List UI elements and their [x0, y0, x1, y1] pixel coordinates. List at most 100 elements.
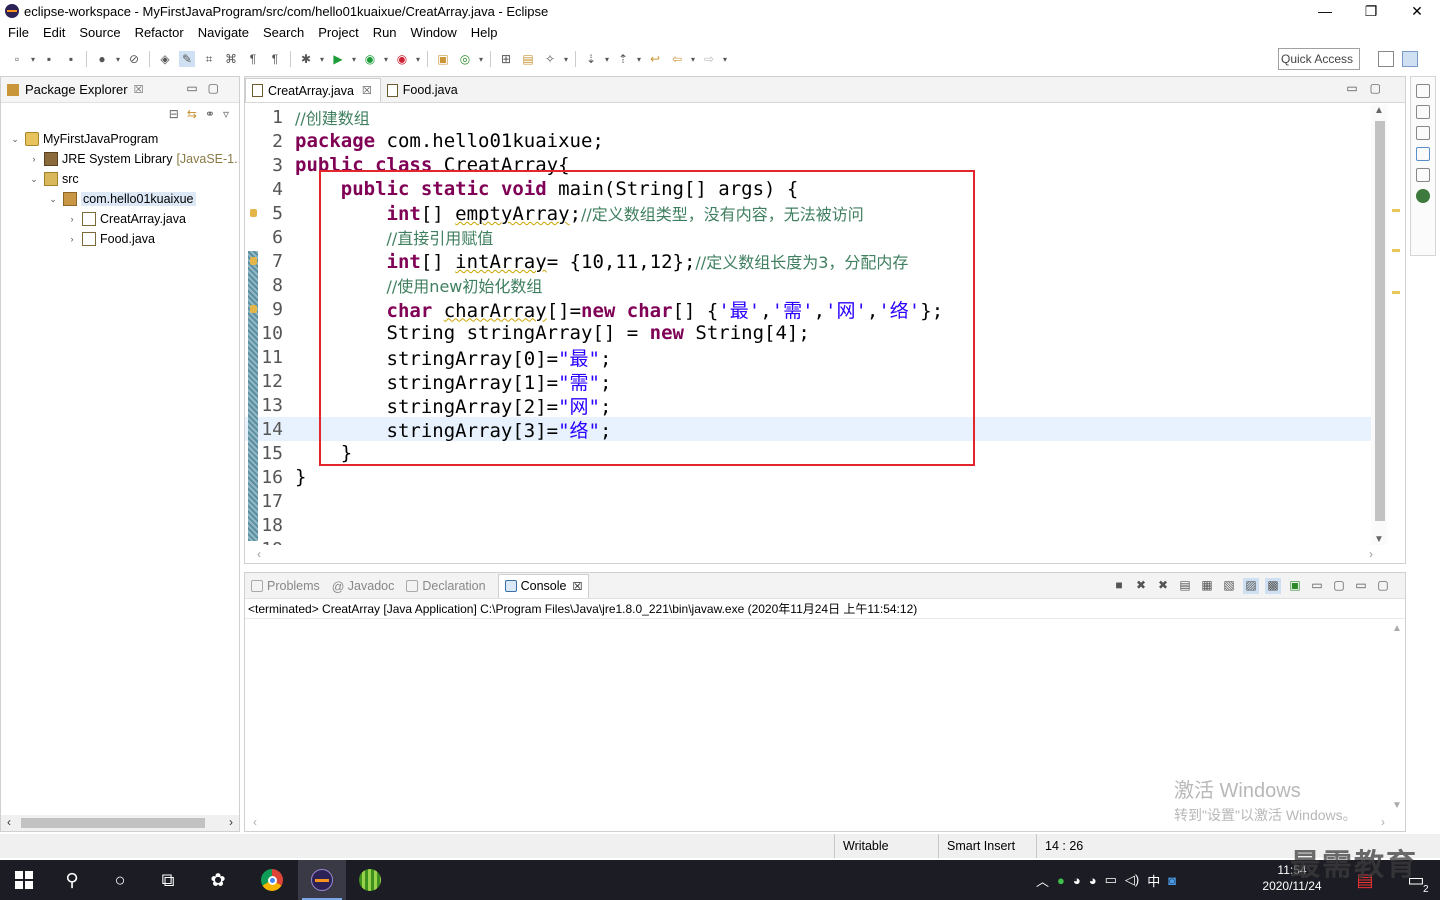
qq-browser-icon[interactable]: ◙	[1168, 873, 1176, 888]
forward-dropdown-icon[interactable]: ▾	[721, 51, 729, 67]
code-line[interactable]: 17	[245, 489, 1373, 513]
view-menu-icon[interactable]: ▿	[223, 107, 229, 121]
run-dropdown-icon[interactable]: ▾	[350, 51, 358, 67]
coverage-dropdown-icon[interactable]: ▾	[382, 51, 390, 67]
tree-item[interactable]: › CreatArray.java	[1, 209, 239, 229]
paragraph-icon[interactable]: ¶	[267, 51, 283, 67]
menu-edit[interactable]: Edit	[43, 25, 65, 40]
console-vscrollbar[interactable]: ▲ ▼	[1389, 621, 1405, 813]
code-line[interactable]: 3 public class CreatArray{	[245, 153, 1373, 177]
remove-launch-icon[interactable]: ✖	[1133, 578, 1149, 594]
volume-icon[interactable]: ◁)	[1125, 872, 1139, 888]
warning-icon[interactable]	[250, 257, 257, 265]
display-console-icon[interactable]: ▣	[1287, 578, 1303, 594]
editor-minimize-maximize-icon[interactable]: ▭▢	[1346, 81, 1393, 95]
close-view-icon[interactable]: ☒	[134, 83, 144, 96]
show-stderr-icon[interactable]: ▨	[1243, 578, 1259, 594]
new-class-icon[interactable]: ◎	[457, 51, 473, 67]
word-wrap-icon[interactable]: ⌘	[223, 51, 239, 67]
close-tab-icon[interactable]: ☒	[362, 84, 372, 97]
tab-problems[interactable]: Problems	[251, 579, 320, 593]
open-type-icon[interactable]: ◈	[157, 51, 173, 67]
next-annotation-dropdown-icon[interactable]: ▾	[603, 51, 611, 67]
code-line[interactable]: 12 stringArray[1]="需";	[245, 369, 1373, 394]
scroll-up-icon[interactable]: ▲	[1392, 623, 1402, 634]
menu-refactor[interactable]: Refactor	[135, 25, 184, 40]
editor-hscrollbar[interactable]: ‹ ›	[245, 547, 1373, 563]
scroll-thumb[interactable]	[21, 818, 205, 828]
scroll-right-icon[interactable]: ›	[229, 815, 233, 829]
new-class-dropdown-icon[interactable]: ▾	[477, 51, 485, 67]
show-hidden-icons[interactable]: ︿	[1036, 871, 1049, 890]
package-explorer-hscrollbar[interactable]: ‹ ›	[1, 815, 239, 831]
network-icon[interactable]: ▭	[1105, 872, 1117, 888]
code-line[interactable]: 5 int[] emptyArray;//定义数组类型，没有内容，无法被访问	[245, 201, 1373, 226]
code-line[interactable]: 8 //使用new初始化数组	[245, 273, 1373, 297]
scroll-right-icon[interactable]: ›	[1369, 547, 1373, 561]
scroll-left-icon[interactable]: ‹	[257, 547, 261, 561]
pin-console-icon[interactable]: ▩	[1265, 578, 1281, 594]
code-line[interactable]: 7 int[] intArray= {10,11,12};//定义数组长度为3，…	[245, 249, 1373, 274]
debug-icon[interactable]: ✱	[298, 51, 314, 67]
skip-breakpoints-icon[interactable]: ⊘	[126, 51, 142, 67]
task-view-icon[interactable]: ⧉	[144, 860, 192, 900]
last-edit-icon[interactable]: ↩	[647, 51, 663, 67]
warning-icon[interactable]	[250, 305, 257, 313]
external-tools-dropdown-icon[interactable]: ▾	[414, 51, 422, 67]
tree-item[interactable]: ⌄ com.hello01kuaixue	[1, 189, 239, 209]
previous-annotation-icon[interactable]: ⇡	[615, 51, 631, 67]
search-dropdown-icon[interactable]: ▾	[562, 51, 570, 67]
code-line[interactable]: 11 stringArray[0]="最";	[245, 345, 1373, 370]
code-line[interactable]: 9 char charArray[]=new char[] {'最','需','…	[245, 297, 1373, 322]
start-button[interactable]	[0, 860, 48, 900]
collapsed-twisty-icon[interactable]: ›	[28, 154, 40, 164]
code-line[interactable]: 13 stringArray[2]="网";	[245, 393, 1373, 418]
melon-app-icon[interactable]	[346, 860, 394, 900]
tab-declaration[interactable]: Declaration	[406, 579, 486, 593]
code-area[interactable]: 1//创建数组 2 package com.hello01kuaixue; 3 publ…	[245, 105, 1373, 545]
show-whitespace-icon[interactable]: ¶	[245, 51, 261, 67]
expanded-twisty-icon[interactable]: ⌄	[28, 174, 40, 185]
overview-marker[interactable]	[1392, 209, 1400, 212]
code-line[interactable]: 15 }	[245, 441, 1373, 465]
menu-help[interactable]: Help	[471, 25, 498, 40]
collapsed-twisty-icon[interactable]: ›	[66, 234, 78, 244]
scroll-up-icon[interactable]: ▲	[1374, 105, 1384, 116]
tree-item[interactable]: ⌄ src	[1, 169, 239, 189]
search-taskbar-icon[interactable]: ⚲	[48, 860, 96, 900]
tab-creatarray[interactable]: CreatArray.java ☒	[245, 78, 381, 102]
expanded-twisty-icon[interactable]: ⌄	[9, 134, 21, 145]
tree-item[interactable]: › Food.java	[1, 229, 239, 249]
open-console-icon[interactable]: ▭	[1309, 578, 1325, 594]
close-window-button[interactable]: ✕	[1394, 0, 1440, 22]
save-all-icon[interactable]: ▪	[63, 51, 79, 67]
collapsed-twisty-icon[interactable]: ›	[66, 214, 78, 224]
link-with-editor-icon[interactable]: ⇆	[187, 107, 197, 121]
code-line[interactable]: 10 String stringArray[] = new String[4];	[245, 321, 1373, 345]
tab-food[interactable]: Food.java	[381, 78, 466, 102]
profile-icon[interactable]: ●	[94, 51, 110, 67]
open-folder-icon[interactable]: ▤	[520, 51, 536, 67]
ime-indicator[interactable]: 中	[1147, 871, 1160, 890]
profile-dropdown-icon[interactable]: ▾	[114, 51, 122, 67]
minimize-icon[interactable]: ▭	[1353, 578, 1369, 594]
warning-icon[interactable]	[250, 209, 257, 217]
menu-project[interactable]: Project	[318, 25, 358, 40]
minimize-button[interactable]: —	[1302, 0, 1348, 22]
open-task-icon[interactable]: ⊞	[498, 51, 514, 67]
focus-icon[interactable]: ⚭	[205, 107, 215, 121]
quick-access-field[interactable]: Quick Access	[1278, 48, 1360, 70]
terminate-icon[interactable]: ■	[1111, 578, 1127, 594]
debug-dropdown-icon[interactable]: ▾	[318, 51, 326, 67]
close-tab-icon[interactable]: ☒	[572, 580, 582, 593]
new-package-icon[interactable]: ▣	[435, 51, 451, 67]
code-line[interactable]: 4 public static void main(String[] args)…	[245, 177, 1373, 201]
tab-javadoc[interactable]: @ Javadoc	[332, 579, 395, 594]
scroll-right-icon[interactable]: ›	[1381, 815, 1385, 829]
chrome-icon[interactable]	[248, 860, 296, 900]
new-dropdown-icon[interactable]: ▾	[29, 51, 37, 67]
menu-window[interactable]: Window	[411, 25, 457, 40]
eclipse-taskbar-icon[interactable]	[298, 860, 346, 900]
remove-all-icon[interactable]: ✖	[1155, 578, 1171, 594]
next-annotation-icon[interactable]: ⇣	[583, 51, 599, 67]
